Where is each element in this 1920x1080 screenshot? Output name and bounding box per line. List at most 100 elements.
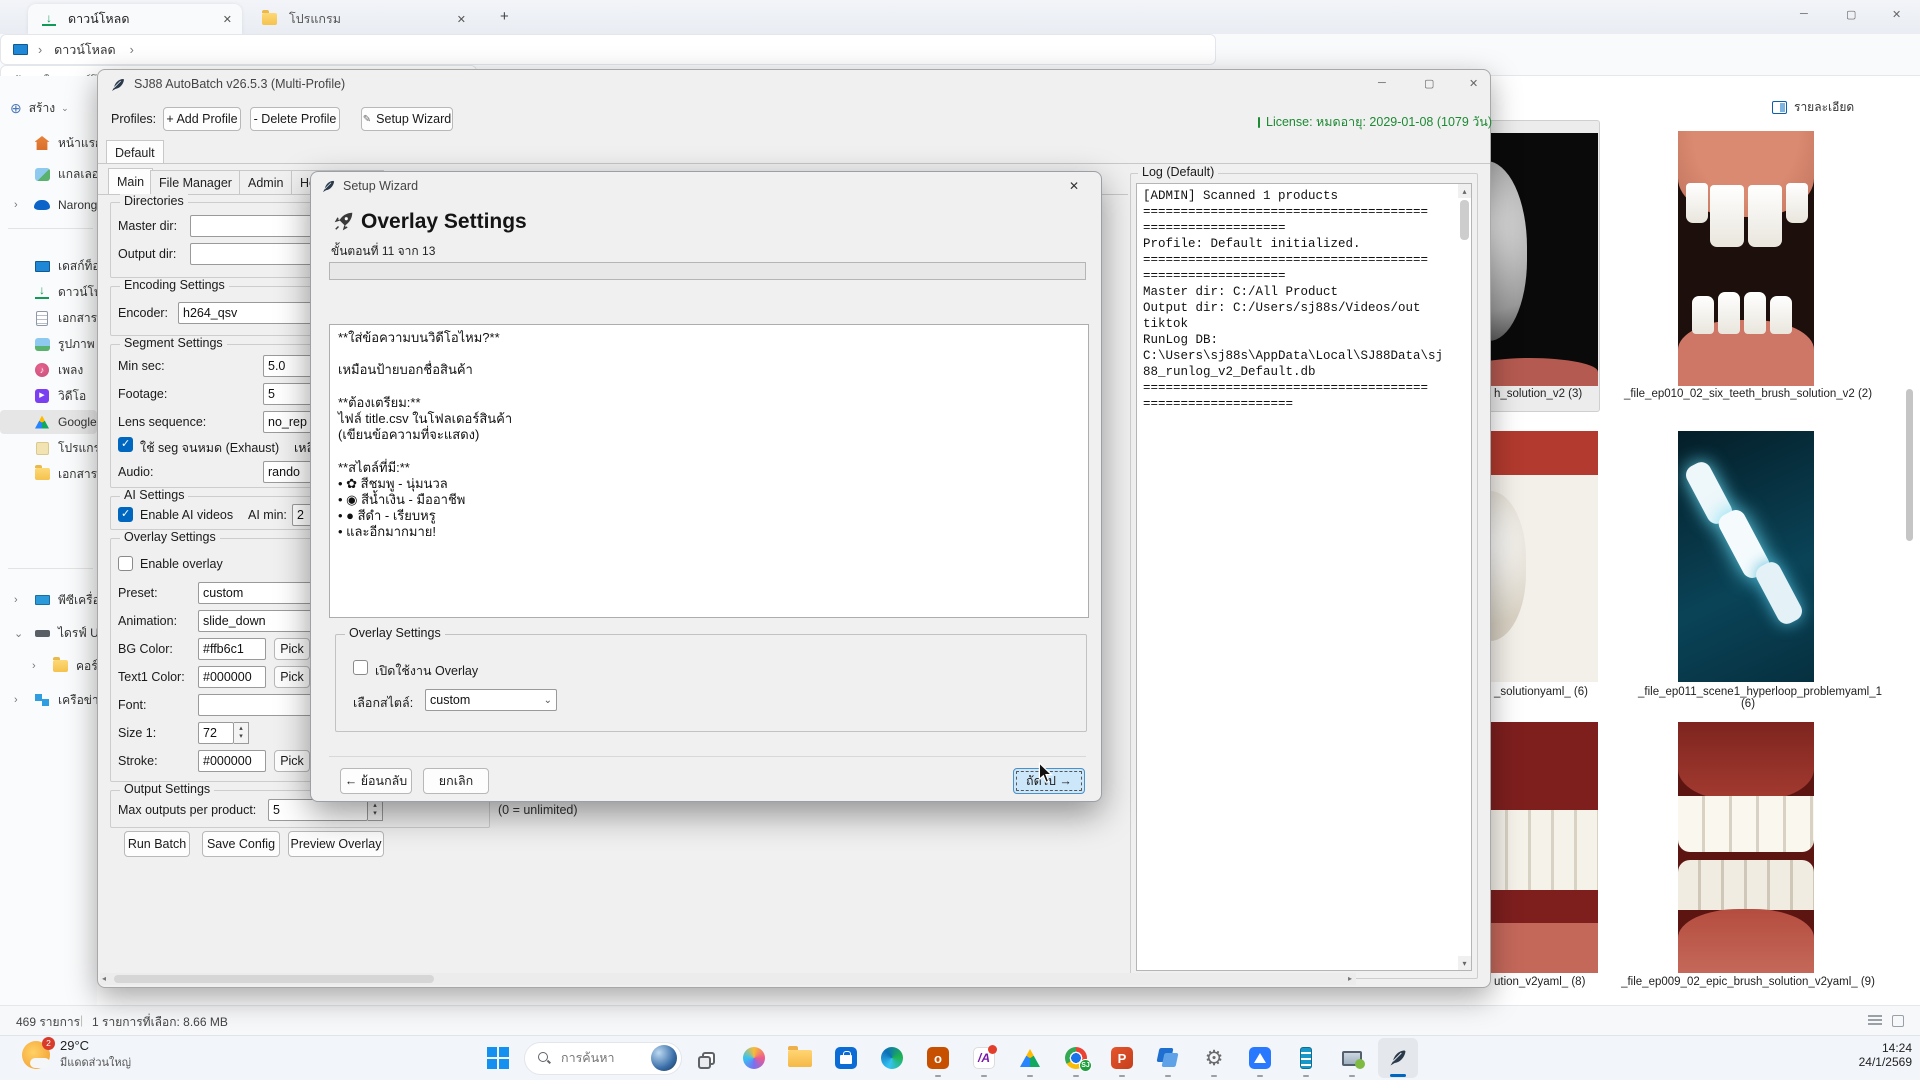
file-grid-scrollbar[interactable] xyxy=(1906,389,1913,541)
sidebar-item-this-pc[interactable]: › พีซีเครื่อ xyxy=(0,588,97,612)
new-tab-button[interactable]: + xyxy=(500,8,509,25)
app-close-button[interactable]: ✕ xyxy=(1469,77,1478,90)
window-minimize-button[interactable]: ─ xyxy=(1800,8,1808,20)
sidebar-item-google-drive[interactable]: Google xyxy=(0,410,97,434)
file-thumbnail[interactable] xyxy=(1678,131,1814,386)
explorer-tab-programs[interactable]: โปรแกรม ✕ xyxy=(250,4,476,34)
sidebar-item-music[interactable]: ♪ เพลง xyxy=(0,358,97,382)
search-highlight-image[interactable] xyxy=(651,1045,677,1071)
wizard-close-button[interactable]: ✕ xyxy=(1069,179,1079,193)
wizard-cancel-button[interactable]: ยกเลิก xyxy=(423,768,489,794)
sidebar-item-network[interactable]: › เครือข่าย xyxy=(0,688,97,712)
app-maximize-button[interactable]: ▢ xyxy=(1424,77,1434,90)
chevron-right-icon[interactable]: › xyxy=(32,660,36,672)
outlook-button[interactable]: o xyxy=(918,1038,958,1078)
run-batch-button[interactable]: Run Batch xyxy=(124,831,190,857)
tab-file-manager[interactable]: File Manager xyxy=(150,170,241,194)
file-label[interactable]: _file_ep011_scene1_hyperloop_problemyaml… xyxy=(1638,686,1858,710)
ia-app-button[interactable]: /A xyxy=(964,1038,1004,1078)
enable-ai-checkbox[interactable] xyxy=(118,507,133,522)
stroke-pick-button[interactable]: Pick xyxy=(274,750,310,772)
create-new-button[interactable]: ⊕ สร้าง ⌄ xyxy=(10,95,94,121)
close-tab-icon[interactable]: ✕ xyxy=(457,13,466,26)
wizard-back-button[interactable]: ← ย้อนกลับ xyxy=(340,768,412,794)
bg-color-pick-button[interactable]: Pick xyxy=(274,638,310,660)
chevron-right-icon[interactable]: › xyxy=(14,694,18,706)
bg-color-input[interactable] xyxy=(198,638,266,660)
file-label[interactable]: h_solution_v2 (3) xyxy=(1494,388,1614,400)
sidebar-item-usb-drive[interactable]: ⌄ ไดรฟ์ US xyxy=(0,621,97,645)
app-minimize-button[interactable]: ─ xyxy=(1378,77,1386,89)
size1-input[interactable] xyxy=(198,722,234,744)
task-view-button[interactable] xyxy=(688,1038,728,1078)
enable-overlay-checkbox[interactable] xyxy=(118,556,133,571)
autobatch-taskbar-button[interactable] xyxy=(1378,1038,1418,1078)
tab-admin[interactable]: Admin xyxy=(239,170,292,194)
text1-color-input[interactable] xyxy=(198,666,266,688)
sidebar-item-videos[interactable]: ▶ วิดีโอ xyxy=(0,384,97,408)
wizard-enable-overlay-checkbox[interactable] xyxy=(353,660,368,675)
thumbnail-view-icon[interactable] xyxy=(1892,1015,1904,1027)
explorer-tab-downloads[interactable]: ↓ ดาวน์โหลด ✕ xyxy=(28,4,242,34)
add-profile-button[interactable]: + Add Profile xyxy=(163,107,241,131)
wizard-title-bar[interactable]: Setup Wizard ✕ xyxy=(311,172,1101,202)
log-scroll-up-icon[interactable]: ▴ xyxy=(1458,184,1471,198)
profile-tab-default[interactable]: Default xyxy=(106,140,164,164)
weather-widget[interactable]: 2 29°C มีแดดส่วนใหญ่ xyxy=(22,1038,131,1071)
file-thumbnail[interactable] xyxy=(1678,722,1814,973)
legacy-pc-button[interactable] xyxy=(1332,1038,1372,1078)
taskbar-clock[interactable]: 14:24 24/1/2569 xyxy=(1859,1041,1912,1069)
breadcrumb[interactable]: ดาวน์โหลด xyxy=(54,40,115,60)
chevron-right-icon[interactable]: › xyxy=(14,199,18,211)
start-button[interactable] xyxy=(478,1038,518,1078)
sidebar-item-home[interactable]: หน้าแรก xyxy=(0,131,97,155)
list-view-icon[interactable] xyxy=(1868,1015,1882,1027)
max-outputs-stepper[interactable]: ▴▾ xyxy=(368,799,383,821)
scroll-right-icon[interactable]: ▸ xyxy=(1348,974,1352,983)
scrollbar-thumb[interactable] xyxy=(114,975,434,983)
file-explorer-button[interactable] xyxy=(780,1038,820,1078)
window-maximize-button[interactable]: ▢ xyxy=(1846,8,1856,21)
google-drive-button[interactable] xyxy=(1010,1038,1050,1078)
text1-color-pick-button[interactable]: Pick xyxy=(274,666,310,688)
delete-profile-button[interactable]: - Delete Profile xyxy=(250,107,340,131)
sidebar-item-gallery[interactable]: แกลเลอรี xyxy=(0,162,97,186)
triangle-app-button[interactable] xyxy=(1240,1038,1280,1078)
wizard-style-select[interactable]: custom ⌄ xyxy=(425,689,557,711)
chrome-button[interactable]: SJ xyxy=(1056,1038,1096,1078)
taskbar-search-input[interactable] xyxy=(559,1050,651,1066)
taskbar-search-box[interactable] xyxy=(524,1042,682,1075)
settings-button[interactable]: ⚙ xyxy=(1194,1038,1234,1078)
file-label[interactable]: _solutionyaml_ (6) xyxy=(1494,686,1614,698)
size1-stepper[interactable]: ▴▾ xyxy=(234,722,249,744)
sidebar-item-documents-folder[interactable]: เอกสาร xyxy=(0,462,97,486)
address-bar[interactable]: › ดาวน์โหลด › xyxy=(0,34,1216,65)
log-scroll-down-icon[interactable]: ▾ xyxy=(1458,956,1471,970)
autobatch-title-bar[interactable]: SJ88 AutoBatch v26.5.3 (Multi-Profile) ─… xyxy=(98,70,1490,100)
sidebar-item-documents[interactable]: เอกสาร xyxy=(0,306,97,330)
sidebar-item-downloads[interactable]: ↓ ดาวน์โหลด xyxy=(0,280,97,304)
close-tab-icon[interactable]: ✕ xyxy=(223,13,232,26)
chevron-right-icon[interactable]: › xyxy=(14,594,18,606)
edge-button[interactable] xyxy=(872,1038,912,1078)
gauge-app-button[interactable] xyxy=(1286,1038,1326,1078)
setup-wizard-button[interactable]: ✎ Setup Wizard xyxy=(361,107,453,131)
file-label[interactable]: _file_ep009_02_epic_brush_solution_v2yam… xyxy=(1618,976,1878,988)
scroll-left-icon[interactable]: ◂ xyxy=(102,974,106,983)
powerpoint-button[interactable]: P xyxy=(1102,1038,1142,1078)
details-pane-toggle[interactable]: รายละเอียด xyxy=(1772,98,1854,117)
save-config-button[interactable]: Save Config xyxy=(202,831,280,857)
sidebar-item-pictures[interactable]: รูปภาพ xyxy=(0,332,97,356)
window-close-button[interactable]: ✕ xyxy=(1892,8,1901,21)
sidebar-item-course-folder[interactable]: › คอร์สตี xyxy=(0,654,97,678)
layered-app-button[interactable] xyxy=(1148,1038,1188,1078)
preview-overlay-button[interactable]: Preview Overlay xyxy=(288,831,384,857)
max-outputs-input[interactable] xyxy=(268,799,368,821)
exhaust-checkbox[interactable] xyxy=(118,437,133,452)
sidebar-item-program[interactable]: โปรแกรม xyxy=(0,436,97,460)
stroke-input[interactable] xyxy=(198,750,266,772)
file-thumbnail[interactable] xyxy=(1678,431,1814,682)
tab-main[interactable]: Main xyxy=(108,168,153,194)
chevron-down-icon[interactable]: ⌄ xyxy=(14,627,23,640)
file-label[interactable]: _file_ep010_02_six_teeth_brush_solution_… xyxy=(1608,388,1888,400)
